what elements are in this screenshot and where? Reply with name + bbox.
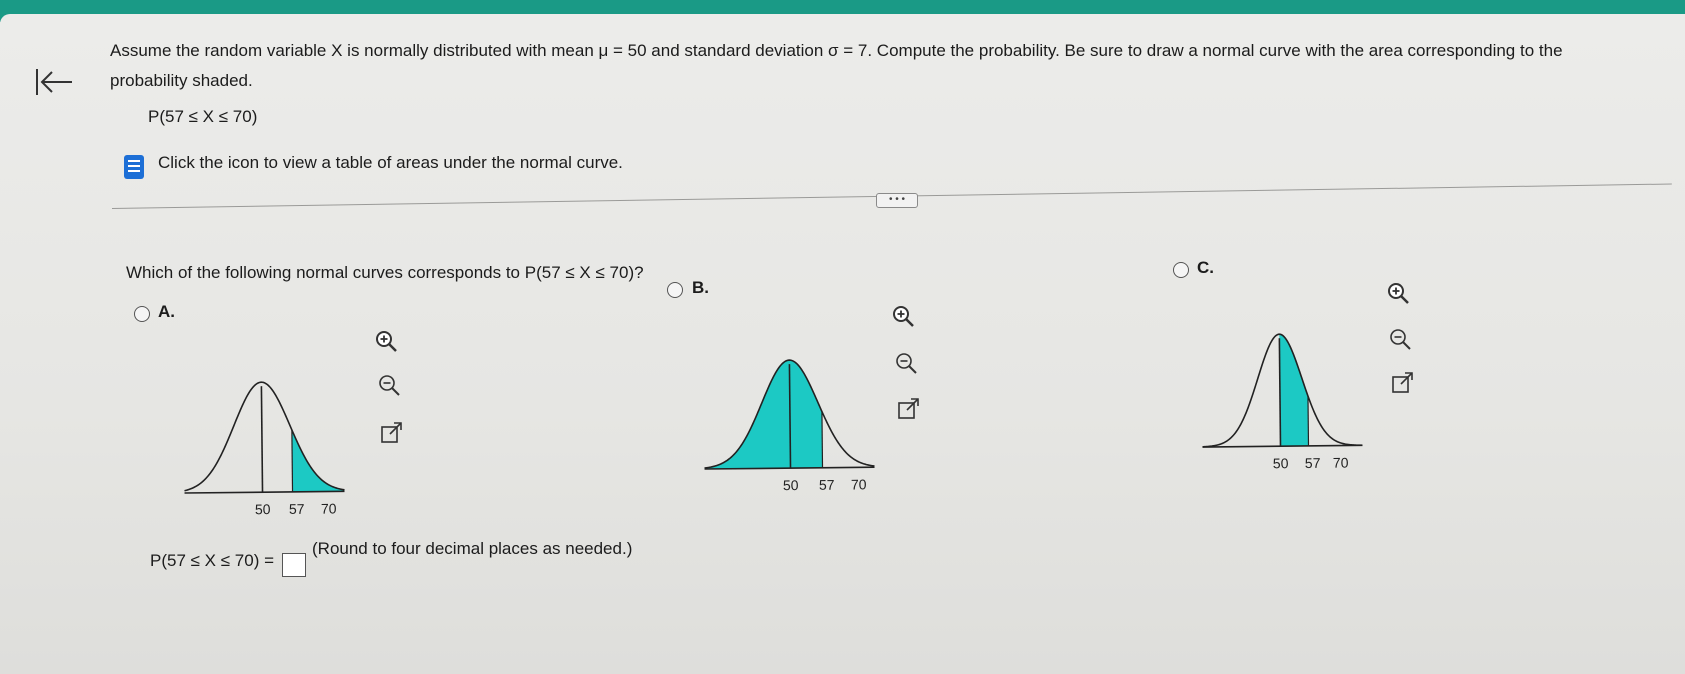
option-b-curve: 50 57 70: [704, 359, 875, 492]
option-a-mean-line: [260, 386, 264, 493]
option-a-radio[interactable]: [134, 306, 150, 322]
option-a-zoom-in-icon[interactable]: [373, 328, 399, 354]
option-a-label: A.: [158, 302, 175, 321]
choice-prompt: Which of the following normal curves cor…: [126, 263, 644, 282]
option-a-axis: [184, 490, 345, 494]
option-c-tick-50: 50: [1273, 455, 1289, 471]
question-text-line1: Assume the random variable X is normally…: [110, 41, 1563, 60]
option-c-tick-70: 70: [1333, 454, 1349, 470]
option-b-tick-50: 50: [783, 477, 799, 492]
option-c-radio[interactable]: [1173, 262, 1189, 278]
option-a-open-new-window-icon[interactable]: [379, 420, 405, 446]
option-a-curve: 50 57 70: [184, 381, 345, 516]
question-text-line2: probability shaded.: [110, 71, 253, 90]
option-c-curve: 50 57 70: [1202, 333, 1363, 471]
table-link-text: Click the icon to view a table of areas …: [158, 153, 623, 172]
option-b-tick-70: 70: [851, 476, 867, 492]
expand-more-button[interactable]: • • •: [876, 193, 918, 208]
back-to-start-icon[interactable]: [34, 66, 74, 98]
option-c-open-new-window-icon[interactable]: [1390, 370, 1416, 396]
option-c-label: C.: [1197, 258, 1214, 277]
option-a-zoom-out-icon[interactable]: [376, 372, 402, 398]
option-c-tick-57: 57: [1305, 455, 1321, 471]
answer-input[interactable]: [282, 553, 306, 577]
option-b-label: B.: [692, 278, 709, 297]
option-c-zoom-out-icon[interactable]: [1387, 326, 1413, 352]
option-b-zoom-in-icon[interactable]: [890, 303, 916, 329]
option-b-57-line: [821, 411, 824, 468]
rounding-hint: (Round to four decimal places as needed.…: [312, 539, 633, 558]
option-b-zoom-out-icon[interactable]: [893, 350, 919, 376]
option-b-tick-57: 57: [819, 477, 835, 492]
option-b-open-new-window-icon[interactable]: [896, 396, 922, 422]
option-c-axis: [1202, 444, 1363, 448]
option-b-radio[interactable]: [667, 282, 683, 298]
option-a-shaded-area: [291, 429, 345, 492]
option-a-tick-50: 50: [255, 501, 271, 516]
option-c-shaded-area: [1279, 334, 1309, 447]
option-a-57-line: [291, 429, 294, 492]
option-c-zoom-in-icon[interactable]: [1385, 280, 1411, 306]
option-a-bell-curve: [184, 381, 345, 492]
option-b-mean-line: [788, 364, 792, 469]
option-a-tick-57: 57: [289, 501, 305, 516]
table-book-icon[interactable]: [124, 155, 144, 179]
answer-label: P(57 ≤ X ≤ 70) =: [150, 551, 275, 570]
option-a-tick-70: 70: [321, 500, 337, 516]
option-c-57-line: [1307, 396, 1310, 446]
probability-expression: P(57 ≤ X ≤ 70): [148, 107, 258, 126]
option-c-mean-line: [1278, 338, 1282, 447]
